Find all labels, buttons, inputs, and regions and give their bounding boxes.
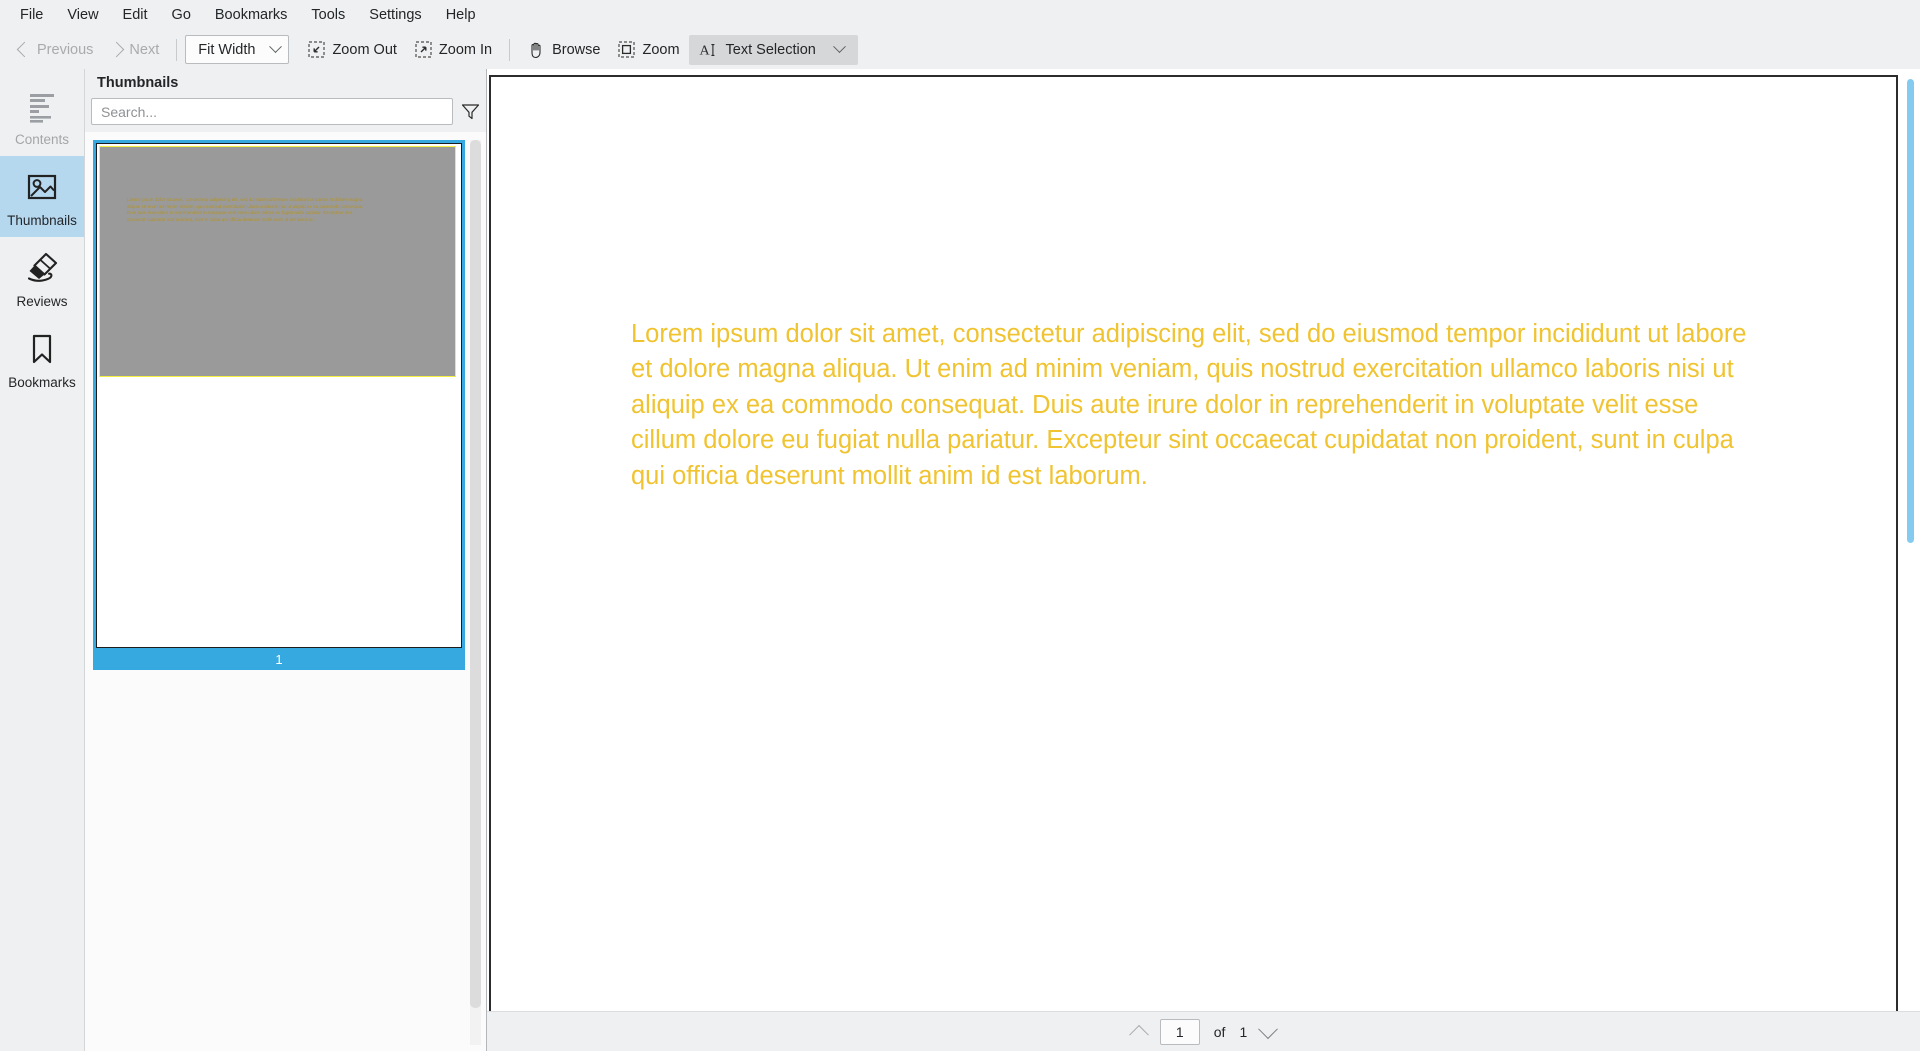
sidebar-item-thumbnails[interactable]: Thumbnails <box>0 156 84 237</box>
thumbnail-page-number: 1 <box>96 648 462 670</box>
toolbar-separator-2 <box>509 38 511 61</box>
text-selection-tool-button[interactable]: A Text Selection <box>688 34 858 65</box>
thumbnails-scrollbar-handle[interactable] <box>470 140 481 1008</box>
toolbar-separator-1 <box>176 38 178 61</box>
image-icon <box>27 174 57 200</box>
zoom-tool-button[interactable]: Zoom <box>609 35 688 65</box>
sidebar-item-bookmarks-label: Bookmarks <box>8 375 76 390</box>
document-page[interactable]: Lorem ipsum dolor sit amet, consectetur … <box>489 75 1898 1011</box>
previous-page-label: Previous <box>37 41 94 58</box>
menu-item-bookmarks[interactable]: Bookmarks <box>203 4 300 27</box>
chevron-down-icon[interactable] <box>832 40 846 54</box>
zoom-out-button[interactable]: Zoom Out <box>299 35 405 65</box>
main-toolbar: Previous Next Fit Width Zoom Out Zoom In… <box>0 31 1920 69</box>
thumbnail-highlight-region: Lorem ipsum dolor sit amet, consectetur … <box>99 146 456 377</box>
zoom-mode-value: Fit Width <box>198 41 256 58</box>
sidebar-item-reviews-label: Reviews <box>16 294 68 309</box>
page-of-label: of <box>1213 1023 1226 1040</box>
thumbnails-panel-title: Thumbnails <box>85 69 486 98</box>
search-placeholder: Search... <box>101 103 158 120</box>
thumbnails-list: Lorem ipsum dolor sit amet, consectetur … <box>85 132 486 1051</box>
next-page-chevron-icon[interactable] <box>1258 1018 1279 1039</box>
document-canvas[interactable]: Lorem ipsum dolor sit amet, consectetur … <box>487 69 1920 1011</box>
menu-item-edit[interactable]: Edit <box>111 4 160 27</box>
thumbnails-scrollbar[interactable] <box>470 140 481 1045</box>
zoom-in-icon <box>415 41 432 58</box>
document-scrollbar-handle[interactable] <box>1907 79 1914 543</box>
previous-page-button[interactable]: Previous <box>10 35 102 65</box>
zoom-in-label: Zoom In <box>438 41 493 58</box>
page-navigation-bar: 1 of 1 <box>487 1011 1920 1051</box>
thumbnail-page-text: Lorem ipsum dolor sit amet, consectetur … <box>127 197 364 222</box>
thumbnails-panel: Thumbnails Search... Lorem ipsum dolor s… <box>85 69 487 1051</box>
zoom-tool-label: Zoom <box>642 41 680 58</box>
previous-page-chevron-icon[interactable] <box>1128 1024 1149 1045</box>
sidebar-item-contents[interactable]: Contents <box>0 75 84 156</box>
menu-item-view[interactable]: View <box>55 4 110 27</box>
total-pages-label: 1 <box>1239 1023 1248 1040</box>
thumbnail-page-preview: Lorem ipsum dolor sit amet, consectetur … <box>96 143 462 648</box>
document-body-text: Lorem ipsum dolor sit amet, consectetur … <box>631 320 1747 490</box>
zoom-region-icon <box>618 41 636 58</box>
funnel-icon[interactable] <box>461 103 480 120</box>
thumbnails-search-row: Search... <box>85 98 486 132</box>
main-body: Contents Thumbnails Reviews Bookmarks Th… <box>0 69 1920 1051</box>
menu-item-go[interactable]: Go <box>160 4 203 27</box>
chevron-down-icon <box>269 40 283 54</box>
search-input[interactable]: Search... <box>91 98 453 125</box>
zoom-out-icon <box>308 41 326 58</box>
browse-tool-button[interactable]: Browse <box>518 35 609 65</box>
hand-icon <box>531 42 541 58</box>
text-selection-icon: A <box>699 43 714 58</box>
page-number-input[interactable]: 1 <box>1159 1018 1200 1045</box>
text-selection-label: Text Selection <box>725 41 816 58</box>
next-page-label: Next <box>129 41 160 58</box>
thumbnail-item-1[interactable]: Lorem ipsum dolor sit amet, consectetur … <box>93 140 465 670</box>
highlighter-icon <box>27 252 58 282</box>
menu-item-tools[interactable]: Tools <box>299 4 357 27</box>
browse-label: Browse <box>552 41 601 58</box>
svg-text:A: A <box>699 43 710 58</box>
side-rail: Contents Thumbnails Reviews Bookmarks <box>0 69 85 1051</box>
menu-item-file[interactable]: File <box>8 4 55 27</box>
menu-item-help[interactable]: Help <box>434 4 488 27</box>
contents-icon <box>30 94 54 123</box>
sidebar-item-bookmarks[interactable]: Bookmarks <box>0 318 84 399</box>
document-viewer: Lorem ipsum dolor sit amet, consectetur … <box>487 69 1920 1051</box>
sidebar-item-thumbnails-label: Thumbnails <box>7 213 77 228</box>
zoom-in-button[interactable]: Zoom In <box>406 35 501 65</box>
chevron-right-icon <box>109 41 125 58</box>
next-page-button[interactable]: Next <box>102 35 168 65</box>
sidebar-item-reviews[interactable]: Reviews <box>0 237 84 318</box>
menu-bar: File View Edit Go Bookmarks Tools Settin… <box>0 0 1920 31</box>
sidebar-item-contents-label: Contents <box>14 132 70 147</box>
bookmark-icon <box>32 334 52 364</box>
zoom-out-label: Zoom Out <box>332 41 397 58</box>
chevron-left-icon <box>16 41 33 58</box>
menu-item-settings[interactable]: Settings <box>357 4 433 27</box>
zoom-mode-select[interactable]: Fit Width <box>185 35 290 64</box>
